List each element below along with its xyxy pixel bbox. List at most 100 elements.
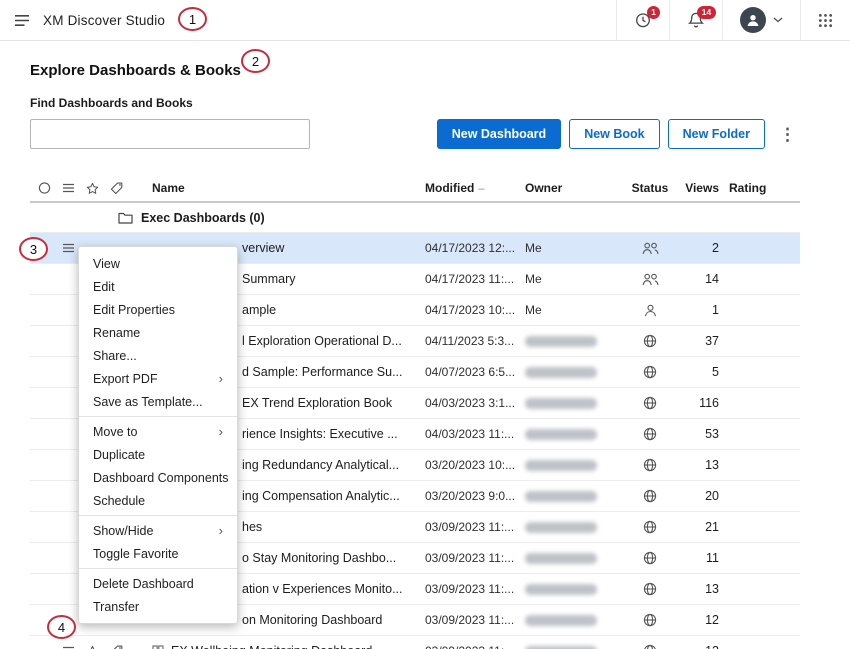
views-count: 12 (675, 644, 719, 649)
annotation-1: 1 (178, 7, 207, 31)
menu-item-label: Schedule (93, 494, 145, 508)
menu-item-label: Move to (93, 425, 137, 439)
menu-item-toggle-favorite[interactable]: Toggle Favorite (79, 542, 237, 565)
drag-handle-icon[interactable] (62, 243, 75, 253)
owner-redacted (525, 615, 597, 626)
views-count: 11 (675, 551, 719, 565)
owner (525, 646, 625, 649)
modified-date: 03/09/2023 11:... (425, 644, 525, 649)
modified-date: 03/09/2023 11:... (425, 551, 525, 565)
menu-divider (79, 568, 237, 569)
dashboard-name-text: rience Insights: Executive ... (242, 427, 398, 441)
reorder-icon[interactable] (62, 183, 75, 193)
column-views[interactable]: Views (675, 181, 719, 195)
account-menu-button[interactable] (722, 0, 800, 40)
status (625, 458, 675, 472)
column-rating[interactable]: Rating (719, 181, 800, 195)
sort-indicator-icon: – (478, 183, 484, 195)
column-owner[interactable]: Owner (525, 181, 625, 195)
menu-item-label: Dashboard Components (93, 471, 229, 485)
column-name[interactable]: Name (152, 181, 425, 195)
owner: Me (525, 303, 625, 317)
status (625, 613, 675, 627)
owner (525, 553, 625, 564)
owner-redacted (525, 584, 597, 595)
app-root: XM Discover Studio 1 14 (0, 0, 850, 649)
annotation-3: 3 (19, 237, 48, 261)
menu-item-label: Toggle Favorite (93, 547, 178, 561)
tag-icon[interactable] (110, 645, 123, 649)
new-folder-button[interactable]: New Folder (668, 119, 765, 149)
menu-item-label: Share... (93, 349, 137, 363)
hamburger-menu-icon[interactable] (14, 14, 30, 27)
owner-redacted (525, 336, 597, 347)
owner-redacted (525, 646, 597, 649)
status (625, 242, 675, 255)
owner-redacted (525, 460, 597, 471)
folder-row[interactable]: Exec Dashboards (0) (30, 203, 800, 233)
dashboard-name-text: l Exploration Operational D... (242, 334, 402, 348)
more-options-button[interactable]: ⋮ (775, 126, 800, 143)
shared-users-icon (642, 242, 659, 255)
modified-date: 04/07/2023 6:5... (425, 365, 525, 379)
globe-icon (643, 644, 657, 649)
owner (525, 584, 625, 595)
owner (525, 336, 625, 347)
label-tag-icon[interactable] (110, 182, 123, 195)
history-button[interactable]: 1 (616, 0, 669, 40)
owner-redacted (525, 367, 597, 378)
menu-item-show-hide[interactable]: Show/Hide› (79, 519, 237, 542)
app-title: XM Discover Studio (43, 13, 165, 28)
menu-item-edit-properties[interactable]: Edit Properties (79, 298, 237, 321)
owner-redacted (525, 522, 597, 533)
menu-item-export-pdf[interactable]: Export PDF› (79, 367, 237, 390)
modified-date: 04/03/2023 11:... (425, 427, 525, 441)
views-count: 20 (675, 489, 719, 503)
owner-redacted (525, 398, 597, 409)
menu-item-transfer[interactable]: Transfer (79, 595, 237, 618)
column-status[interactable]: Status (625, 181, 675, 195)
globe-icon (643, 582, 657, 596)
menu-item-label: Edit Properties (93, 303, 175, 317)
chevron-down-icon (773, 17, 783, 23)
single-user-icon (644, 304, 657, 317)
notifications-button[interactable]: 14 (669, 0, 722, 40)
select-all-circle-icon[interactable] (38, 181, 51, 195)
folder-icon (118, 212, 133, 224)
modified-date: 04/17/2023 11:... (425, 272, 525, 286)
menu-item-share[interactable]: Share... (79, 344, 237, 367)
views-count: 116 (675, 396, 719, 410)
menu-item-save-as-template[interactable]: Save as Template... (79, 390, 237, 413)
menu-item-schedule[interactable]: Schedule (79, 489, 237, 512)
modified-date: 03/09/2023 11:... (425, 582, 525, 596)
menu-item-duplicate[interactable]: Duplicate (79, 443, 237, 466)
app-switcher-button[interactable] (800, 0, 850, 40)
status (625, 489, 675, 503)
dashboard-icon (152, 645, 164, 649)
views-count: 5 (675, 365, 719, 379)
owner (525, 398, 625, 409)
row-icons (30, 644, 152, 649)
globe-icon (643, 489, 657, 503)
new-dashboard-button[interactable]: New Dashboard (437, 119, 561, 149)
topbar: XM Discover Studio 1 14 (0, 0, 850, 41)
status (625, 304, 675, 317)
favorites-filter-star-icon[interactable] (86, 182, 99, 195)
owner (525, 522, 625, 533)
new-book-button[interactable]: New Book (569, 119, 659, 149)
table-row[interactable]: EX Wellbeing Monitoring Dashboard 03/09/… (30, 636, 800, 649)
menu-item-label: Edit (93, 280, 115, 294)
column-modified[interactable]: Modified– (425, 181, 525, 195)
menu-item-dashboard-components[interactable]: Dashboard Components (79, 466, 237, 489)
menu-item-delete-dashboard[interactable]: Delete Dashboard (79, 572, 237, 595)
favorite-star-icon[interactable] (86, 645, 99, 649)
menu-item-move-to[interactable]: Move to› (79, 420, 237, 443)
menu-item-edit[interactable]: Edit (79, 275, 237, 298)
status (625, 273, 675, 286)
dashboard-name-text: EX Wellbeing Monitoring Dashboard (171, 644, 372, 649)
dashboard-name[interactable]: EX Wellbeing Monitoring Dashboard (152, 644, 425, 649)
menu-item-view[interactable]: View (79, 252, 237, 275)
views-count: 1 (675, 303, 719, 317)
menu-item-rename[interactable]: Rename (79, 321, 237, 344)
search-input[interactable] (30, 119, 310, 149)
